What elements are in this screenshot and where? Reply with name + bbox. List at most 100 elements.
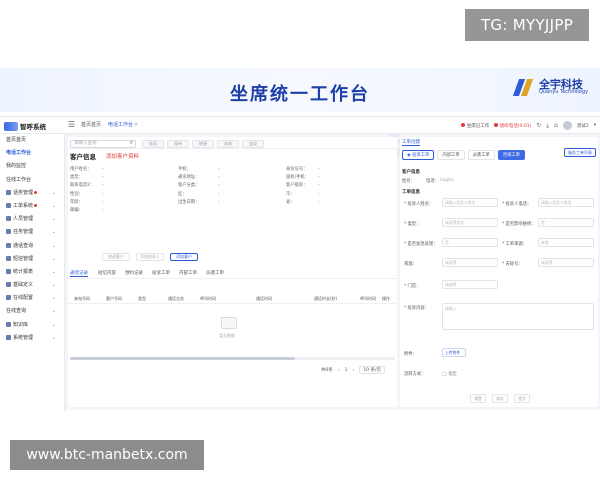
info-value: -: [102, 167, 104, 172]
sidebar-item-home[interactable]: 首页首页: [0, 134, 64, 147]
sidebar-item-monitor[interactable]: 我的监控: [0, 160, 64, 173]
bell-icon[interactable]: ⌂: [554, 122, 558, 129]
sidebar-item-knowledge[interactable]: 知识库 ⌄: [0, 319, 64, 332]
call-timer[interactable]: 接听电话(0:01): [494, 123, 531, 129]
tab-sms[interactable]: 短信内容: [98, 270, 116, 276]
sidebar-item-tasks[interactable]: 任务管理 ⌄: [0, 226, 64, 239]
info-value: -: [318, 183, 320, 189]
chevron-down-icon: ⌄: [51, 189, 56, 196]
edit-customer-button[interactable]: 修改客户: [102, 253, 130, 261]
ticket-source-select[interactable]: 来电: [538, 238, 594, 247]
tab-complaint-tickets[interactable]: 投诉工单: [152, 270, 170, 276]
hold-button[interactable]: 保持: [167, 140, 189, 148]
ticket-list-button[interactable]: 服务工单列表: [564, 148, 596, 157]
chevron-down-icon: ⌄: [51, 242, 56, 249]
consult-button[interactable]: 咨询: [217, 140, 239, 148]
list-icon: [6, 282, 11, 288]
customer-info-title: 客户信息: [70, 153, 96, 161]
info-value: -: [318, 191, 320, 197]
info-value: -: [218, 199, 220, 205]
empty-state-icon: [221, 317, 237, 329]
save-button[interactable]: 保存: [492, 394, 508, 403]
info-value: -: [102, 207, 104, 213]
store-select[interactable]: 请选择: [442, 280, 498, 289]
current-page[interactable]: 1: [345, 368, 348, 373]
source-select[interactable]: 请选择: [442, 258, 498, 267]
tab-internal-tickets[interactable]: 内部工单: [179, 270, 197, 276]
sidebar-item-label: 知识库: [13, 321, 29, 328]
urgent-select[interactable]: 否: [442, 238, 498, 247]
store-label: * 门店：: [404, 284, 421, 289]
user-icon: [6, 216, 11, 222]
complainant-name-input[interactable]: 请输入投诉人姓名: [442, 198, 498, 207]
sidebar-item-base-def[interactable]: 基础定义 ⌄: [0, 279, 64, 292]
sidebar-item-staff[interactable]: 人员管理 ⌄: [0, 213, 64, 226]
sidebar-item-sms[interactable]: 短信管理 ⌄: [0, 253, 64, 266]
info-label: 手机：: [178, 167, 191, 172]
sidebar-item-tickets[interactable]: 工单系统 ⌄: [0, 200, 64, 213]
app-logo-icon: [4, 121, 18, 131]
complainant-phone-input[interactable]: 请输入投诉人电话: [538, 198, 594, 207]
prev-page-icon[interactable]: ‹: [338, 368, 340, 373]
sidebar-item-phone-workbench[interactable]: 电话工作台: [0, 147, 64, 160]
complaint-content-textarea[interactable]: 请输入: [442, 303, 594, 330]
sidebar-item-label: 工单系统: [13, 202, 34, 209]
sidebar-item-system[interactable]: 系统管理 ⌄: [0, 332, 64, 345]
ticket-type-consult[interactable]: 咨询工单: [497, 150, 525, 160]
top-bar: 智呼系统 ☰ 首页首页 电话工作台× 坐席已工作 接听电话(0:01) ↻ ⤓ …: [0, 117, 600, 134]
flow-mode-radio[interactable]: ◯ 指定: [442, 371, 457, 377]
chevron-down-icon: ⌄: [51, 216, 56, 223]
submit-button[interactable]: 提交: [514, 394, 530, 403]
sidebar-item-online-query[interactable]: 在线查询 ⌄: [0, 305, 64, 318]
ticket-type-complaint[interactable]: ◉ 投诉工单: [402, 150, 435, 160]
hamburger-menu-icon[interactable]: ☰: [68, 121, 75, 129]
scrollbar-thumb[interactable]: [70, 357, 295, 360]
ticket-type-dispatch[interactable]: 派遣工单: [467, 150, 495, 160]
upload-attachment-button[interactable]: 上传附件: [442, 348, 466, 357]
sidebar-item-traffic[interactable]: 话务管理 ⌄: [0, 187, 64, 200]
search-input[interactable]: 请输入查询 ⌕: [70, 140, 136, 148]
sidebar-item-online-config[interactable]: 在线配置 ⌄: [0, 292, 64, 305]
agent-status[interactable]: 坐席已工作: [461, 123, 489, 129]
next-page-icon[interactable]: ›: [353, 368, 355, 373]
affect-repair-select[interactable]: 是: [538, 218, 594, 227]
info-label: 座机/手机：: [286, 175, 309, 181]
download-icon[interactable]: ⤓: [546, 122, 549, 130]
transfer-button[interactable]: 转接: [192, 140, 214, 148]
ticket-panel: 工单创建 服务工单列表 ◉ 投诉工单 内部工单 派遣工单 咨询工单 客户信息 姓…: [400, 137, 598, 407]
avatar[interactable]: [562, 121, 572, 130]
url-overlay-badge: www.btc-manbetx.com: [10, 440, 204, 470]
ticket-type-internal[interactable]: 内部工单: [437, 150, 465, 160]
page-size-select[interactable]: 10 条/页: [359, 366, 385, 374]
reset-button[interactable]: 重置: [470, 394, 486, 403]
user-name[interactable]: 测试2: [577, 123, 589, 129]
tab-call-records[interactable]: 通话记录: [70, 270, 88, 277]
tab-create-ticket[interactable]: 工单创建: [402, 139, 420, 146]
add-contact-button[interactable]: 添加联系人: [136, 253, 164, 261]
sidebar-item-reports[interactable]: 统计报表 ⌄: [0, 266, 64, 279]
info-row: 类型： - 通讯地址： - 座机/手机： -: [70, 174, 390, 182]
tab-phone-workbench[interactable]: 电话工作台×: [108, 121, 138, 128]
remove-number-select[interactable]: 请选择: [538, 258, 594, 267]
add-customer-button[interactable]: 添加客户: [170, 253, 198, 261]
sidebar-item-online-workbench[interactable]: 在线工作台: [0, 174, 64, 187]
records-table-header: 来电号码 客户号码 类型 通话业务 呼叫时间 通话时间 通话时长(秒) 呼叫时间…: [68, 292, 397, 304]
search-icon[interactable]: ⌕: [130, 140, 133, 146]
gear-icon: [6, 295, 11, 301]
tab-appointments[interactable]: 预约记录: [125, 270, 143, 276]
conference-button[interactable]: 会议: [242, 140, 264, 148]
refresh-icon[interactable]: ↻: [536, 122, 541, 129]
tab-dispatch-tickets[interactable]: 派遣工单: [206, 270, 224, 276]
hangup-button[interactable]: 挂机: [142, 140, 164, 148]
chevron-down-icon[interactable]: ▾: [594, 123, 596, 128]
info-label: 通讯地址：: [178, 175, 200, 181]
sidebar-item-call-query[interactable]: 通话查询 ⌄: [0, 240, 64, 253]
tab-home[interactable]: 首页首页: [81, 121, 101, 128]
info-label: 类型：: [70, 175, 83, 181]
info-label: 客户级别：: [286, 183, 308, 189]
info-label: 年龄：: [70, 199, 83, 205]
horizontal-scrollbar[interactable]: [70, 357, 395, 360]
close-icon[interactable]: ×: [134, 122, 138, 128]
add-customer-link[interactable]: 添加客户资料: [106, 152, 139, 160]
type-select[interactable]: 请选择类型: [442, 218, 498, 227]
